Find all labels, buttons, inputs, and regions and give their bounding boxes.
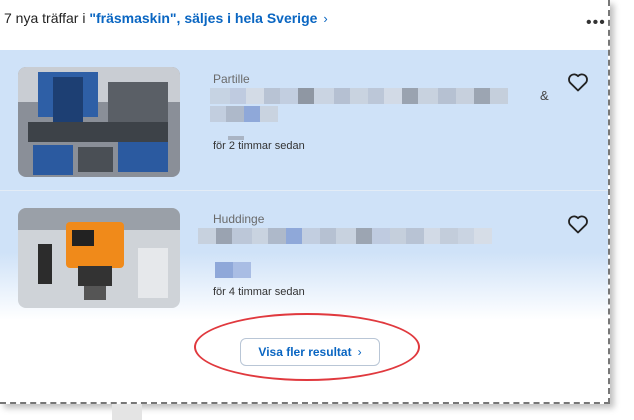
results-header[interactable]: 7 nya träffar i "fräsmaskin", säljes i h…: [4, 10, 328, 26]
redacted-title: [198, 228, 492, 244]
decorative-block: [112, 404, 142, 420]
listing-photo[interactable]: [18, 67, 180, 177]
heart-icon[interactable]: [566, 70, 590, 94]
results-panel: 7 nya träffar i "fräsmaskin", säljes i h…: [0, 0, 610, 404]
listing-time: för 2 timmar sedan: [213, 140, 305, 152]
title-fragment: &: [540, 88, 549, 103]
redacted-title: [210, 88, 508, 104]
redacted-title-line2: [210, 106, 278, 122]
listing-time: för 4 timmar sedan: [213, 286, 305, 298]
search-query-link[interactable]: "fräsmaskin", säljes i hela Sverige: [89, 10, 317, 26]
list-item[interactable]: Huddinge för 4 timmar sedan: [0, 192, 608, 320]
listing-location: Huddinge: [213, 212, 265, 226]
chevron-right-icon: ›: [323, 11, 328, 26]
listing-location: Partille: [213, 72, 250, 86]
results-list: Partille & för 2 timmar sedan Huddinge f…: [0, 50, 608, 320]
list-item[interactable]: Partille & för 2 timmar sedan: [0, 50, 608, 191]
heart-icon[interactable]: [566, 212, 590, 236]
annotation-highlight-oval: [194, 313, 420, 381]
results-count-text: 7 nya träffar i: [4, 10, 90, 26]
listing-photo[interactable]: [18, 208, 180, 308]
more-options-icon[interactable]: •••: [586, 14, 606, 32]
redacted-price: [215, 262, 251, 278]
